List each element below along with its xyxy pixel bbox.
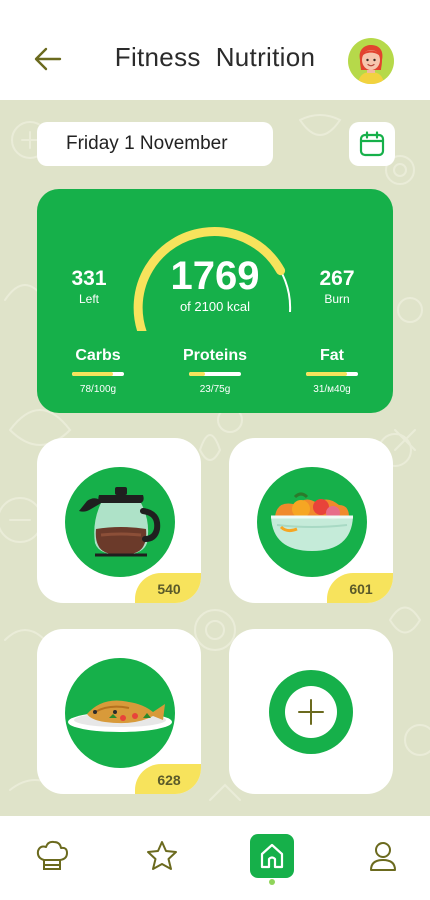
home-icon xyxy=(260,843,284,869)
add-meal-button[interactable] xyxy=(269,670,353,754)
calories-burned-value: 267 xyxy=(319,267,355,290)
meal-calories: 601 xyxy=(327,573,393,603)
coffee-pot-icon xyxy=(79,487,161,557)
app-header: Fitness Nutrition xyxy=(0,0,430,100)
calories-burned-label: Burn xyxy=(324,292,350,306)
fish-dish-icon xyxy=(68,700,172,732)
meal-calories: 540 xyxy=(135,573,201,603)
macro-amount: 31/м40g xyxy=(313,384,351,395)
add-meal-inner xyxy=(285,686,337,738)
calories-burned: 267 Burn xyxy=(297,267,377,306)
macro-proteins: Proteins 23/75g xyxy=(170,347,260,395)
meal-image xyxy=(257,467,367,577)
meal-card-dinner[interactable]: 628 xyxy=(37,629,201,794)
chef-hat-icon xyxy=(36,840,68,870)
macro-name: Fat xyxy=(320,347,344,364)
macro-name: Carbs xyxy=(75,347,121,364)
macro-fat: Fat 31/м40g xyxy=(287,347,377,395)
plus-icon xyxy=(298,699,324,725)
macro-amount: 78/100g xyxy=(79,384,117,395)
meal-card-lunch[interactable]: 601 xyxy=(229,438,393,603)
meal-image xyxy=(65,658,175,768)
nav-home[interactable] xyxy=(250,834,294,878)
meal-card-breakfast[interactable]: 540 xyxy=(37,438,201,603)
macro-progress-fill xyxy=(306,372,347,376)
macro-amount: 23/75g xyxy=(199,384,231,395)
fruit-bowl-icon xyxy=(271,492,353,551)
nav-favorites[interactable] xyxy=(140,834,184,878)
calorie-summary-card: 1769 of 2100 kcal 331 Left 267 Burn Carb… xyxy=(37,189,393,413)
macro-progress-fill xyxy=(72,372,113,376)
nav-recipes[interactable] xyxy=(30,834,74,878)
calories-left-value: 331 xyxy=(71,267,107,290)
macro-progress-bar xyxy=(306,372,358,376)
calendar-button[interactable] xyxy=(349,122,395,166)
calories-left: 331 Left xyxy=(49,267,129,306)
bottom-navigation xyxy=(0,816,430,900)
date-selector[interactable]: Friday 1 November xyxy=(37,122,273,166)
calories-left-label: Left xyxy=(78,292,99,306)
meal-calories: 628 xyxy=(135,764,201,794)
macro-progress-bar xyxy=(72,372,124,376)
add-meal-card[interactable] xyxy=(229,629,393,794)
macro-progress-fill xyxy=(189,372,206,376)
macro-carbs: Carbs 78/100g xyxy=(53,347,143,395)
user-avatar[interactable] xyxy=(348,38,394,84)
star-icon xyxy=(147,841,177,870)
nav-profile[interactable] xyxy=(361,834,405,878)
macro-progress-bar xyxy=(189,372,241,376)
profile-icon xyxy=(370,842,396,871)
active-indicator xyxy=(269,879,275,885)
content-area: Friday 1 November 1769 of 2100 kcal 331 … xyxy=(0,100,430,816)
meal-image xyxy=(65,467,175,577)
calendar-icon xyxy=(359,131,385,157)
macro-name: Proteins xyxy=(182,347,247,364)
